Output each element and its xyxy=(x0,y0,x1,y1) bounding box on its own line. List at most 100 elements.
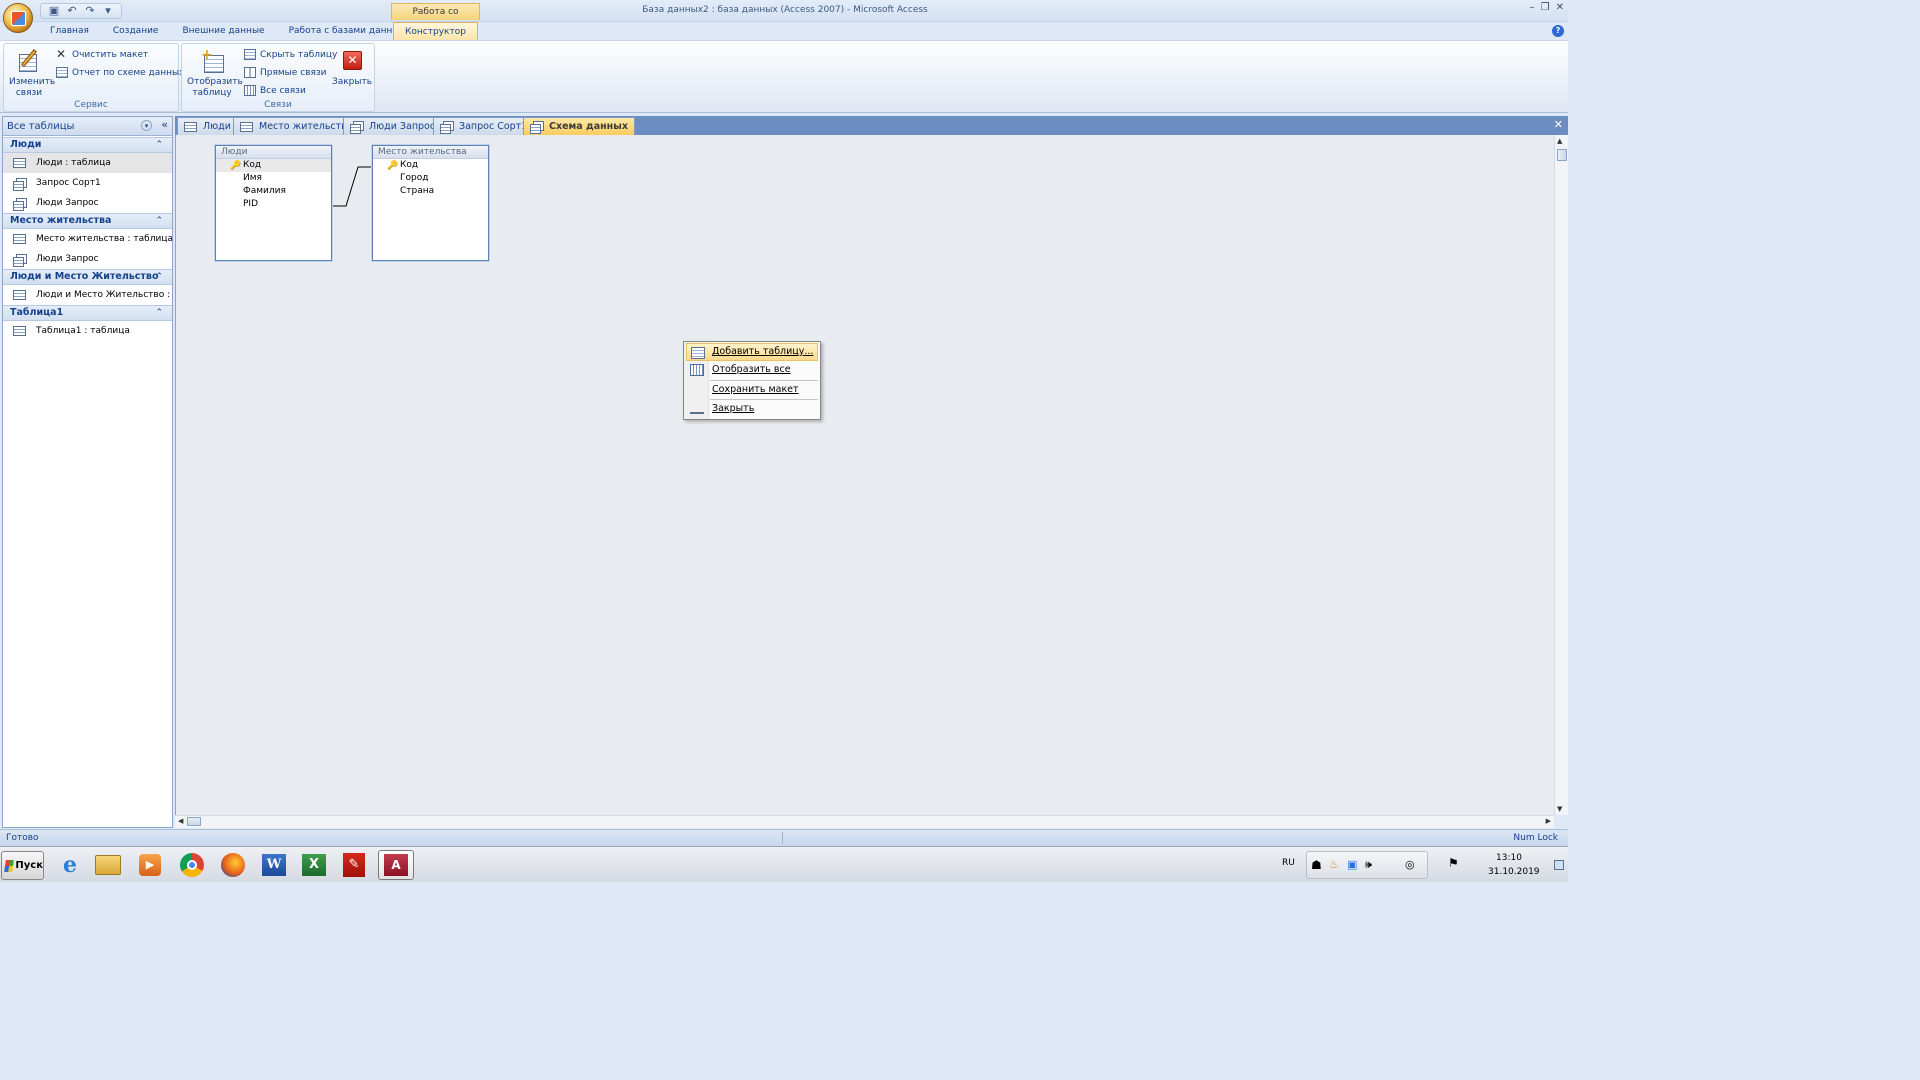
menu-item-close[interactable]: Закрыть xyxy=(686,400,818,418)
nav-group-people[interactable]: Люди ⌃ xyxy=(3,137,172,153)
language-indicator[interactable]: RU xyxy=(1282,858,1295,868)
query-icon xyxy=(13,197,27,211)
acrobat-icon[interactable]: ✎ xyxy=(336,850,372,880)
nav-item-residence-table[interactable]: Место жительства : таблица xyxy=(3,229,172,249)
file-explorer-icon[interactable] xyxy=(90,850,126,880)
collapse-group-icon[interactable]: ⌃ xyxy=(155,306,163,320)
collapse-group-icon[interactable]: ⌃ xyxy=(155,270,163,284)
menu-item-add-table[interactable]: Добавить таблицу... xyxy=(686,343,818,361)
undo-icon[interactable]: ↶ xyxy=(65,5,79,17)
nav-group-table1[interactable]: Таблица1 ⌃ xyxy=(3,305,172,321)
hscroll-thumb[interactable] xyxy=(187,817,201,826)
nav-dropdown-icon[interactable]: ▾ xyxy=(141,120,152,131)
field-row[interactable]: Страна xyxy=(373,185,488,198)
doc-tab-people-query[interactable]: Люди Запрос xyxy=(343,117,443,135)
collapse-group-icon[interactable]: ⌃ xyxy=(155,214,163,228)
screen-icon[interactable]: ▣ xyxy=(1347,858,1357,871)
office-button[interactable] xyxy=(3,3,33,33)
collapse-group-icon[interactable]: ⌃ xyxy=(155,138,163,152)
doc-tab-query-sort1[interactable]: Запрос Сорт1 xyxy=(433,117,535,135)
volume-icon[interactable]: 🕪 xyxy=(1365,858,1372,872)
save-icon[interactable]: ▣ xyxy=(47,5,61,17)
scroll-left-icon[interactable]: ◀ xyxy=(178,817,183,825)
word-icon[interactable]: W xyxy=(256,850,292,880)
tray-app-icon[interactable]: ♨ xyxy=(1329,858,1339,871)
direct-relations-icon xyxy=(244,67,256,78)
hide-table-button[interactable]: Скрыть таблицу xyxy=(244,49,337,60)
vertical-scrollbar[interactable]: ▲ ▼ xyxy=(1554,135,1568,815)
nav-item-people-table[interactable]: Люди : таблица xyxy=(3,153,172,173)
chrome-icon[interactable] xyxy=(174,850,210,880)
field-row[interactable]: Имя xyxy=(216,172,331,185)
tab-home[interactable]: Главная xyxy=(40,22,101,40)
firefox-icon[interactable] xyxy=(215,850,251,880)
collapse-pane-icon[interactable]: « xyxy=(161,118,168,131)
internet-explorer-icon[interactable]: e xyxy=(52,850,88,880)
nav-group-people-and-residence[interactable]: Люди и Место Жительство ⌃ xyxy=(3,269,172,285)
access-icon[interactable]: A xyxy=(378,850,414,880)
menu-item-show-all[interactable]: Отобразить все xyxy=(686,361,818,379)
relationship-line[interactable] xyxy=(332,166,372,207)
table-box-title[interactable]: Место жительства xyxy=(373,146,488,159)
excel-icon[interactable]: X xyxy=(296,850,332,880)
field-row[interactable]: 🔑 Код xyxy=(373,159,488,172)
nav-pane-header[interactable]: Все таблицы ▾ « xyxy=(3,117,172,136)
table-box-people[interactable]: Люди 🔑 Код Имя Фамилия PID xyxy=(215,145,332,261)
status-text: Готово xyxy=(6,833,39,843)
close-document-icon[interactable]: ✕ xyxy=(1554,118,1563,131)
media-player-icon[interactable]: ▶ xyxy=(132,850,168,880)
table-box-title[interactable]: Люди xyxy=(216,146,331,159)
field-row[interactable]: 🔑 Код xyxy=(216,159,331,172)
restore-button[interactable]: ❐ xyxy=(1541,2,1550,13)
nav-item-table1[interactable]: Таблица1 : таблица xyxy=(3,321,172,341)
nav-item-people-residence-table[interactable]: Люди и Место Жительство : ... xyxy=(3,285,172,305)
help-icon[interactable]: ? xyxy=(1552,25,1564,37)
action-center-flag-icon[interactable]: ⚑ xyxy=(1448,856,1459,870)
show-desktop-icon[interactable] xyxy=(1554,860,1564,870)
redo-icon[interactable]: ↷ xyxy=(83,5,97,17)
nav-item-people-query-2[interactable]: Люди Запрос xyxy=(3,249,172,269)
clock-sync-icon[interactable]: ◎ xyxy=(1405,858,1415,871)
tab-design[interactable]: Конструктор xyxy=(393,22,478,41)
table-icon xyxy=(13,326,26,336)
scroll-right-icon[interactable]: ▶ xyxy=(1546,817,1551,825)
close-window-button[interactable]: ✕ xyxy=(1556,2,1564,13)
table-box-residence[interactable]: Место жительства 🔑 Код Город Страна xyxy=(372,145,489,261)
context-tab-group-label: Работа со связями xyxy=(391,3,480,33)
close-relations-button[interactable]: ✕ Закрыть xyxy=(330,48,374,88)
clear-x-icon: ✕ xyxy=(56,47,67,61)
field-row[interactable]: Город xyxy=(373,172,488,185)
window-controls: – ❐ ✕ xyxy=(1530,2,1564,13)
close-red-icon: ✕ xyxy=(338,48,366,74)
clock-date[interactable]: 31.10.2019 xyxy=(1488,867,1540,877)
nav-group-residence[interactable]: Место жительства ⌃ xyxy=(3,213,172,229)
field-row[interactable]: PID xyxy=(216,198,331,211)
relationships-canvas[interactable]: Люди 🔑 Код Имя Фамилия PID Место жительст… xyxy=(175,135,1554,815)
field-row[interactable]: Фамилия xyxy=(216,185,331,198)
edit-relations-button[interactable]: Изменить связи xyxy=(6,48,55,99)
all-relations-button[interactable]: Все связи xyxy=(244,85,306,96)
doc-tab-residence[interactable]: Место жительства xyxy=(233,117,360,135)
doc-tab-relationships[interactable]: Схема данных xyxy=(523,117,635,135)
clear-layout-button[interactable]: ✕ Очистить макет xyxy=(56,47,148,61)
tab-external-data[interactable]: Внешние данные xyxy=(170,22,276,40)
nav-item-people-query[interactable]: Люди Запрос xyxy=(3,193,172,213)
direct-relations-button[interactable]: Прямые связи xyxy=(244,67,327,78)
menu-item-save-layout[interactable]: Сохранить макет xyxy=(686,381,818,399)
tab-create[interactable]: Создание xyxy=(101,22,171,40)
show-table-button[interactable]: + Отобразить таблицу xyxy=(184,48,243,99)
context-menu: Добавить таблицу... Отобразить все Сохра… xyxy=(683,341,821,420)
scroll-up-icon[interactable]: ▲ xyxy=(1557,137,1562,145)
relations-report-button[interactable]: Отчет по схеме данных xyxy=(56,67,184,78)
customize-qat-icon[interactable]: ▾ xyxy=(101,5,115,17)
table-icon xyxy=(184,121,197,132)
minimize-button[interactable]: – xyxy=(1530,2,1535,13)
start-button[interactable]: Пуск xyxy=(1,851,44,880)
scroll-down-icon[interactable]: ▼ xyxy=(1557,805,1562,813)
doc-tab-people[interactable]: Люди xyxy=(177,117,238,135)
network-icon[interactable]: ☗ xyxy=(1311,858,1322,872)
scroll-thumb[interactable] xyxy=(1557,149,1567,161)
horizontal-scrollbar[interactable]: ◀ ▶ xyxy=(175,815,1554,828)
nav-item-query-sort1[interactable]: Запрос Сорт1 xyxy=(3,173,172,193)
clock-time[interactable]: 13:10 xyxy=(1496,853,1522,863)
